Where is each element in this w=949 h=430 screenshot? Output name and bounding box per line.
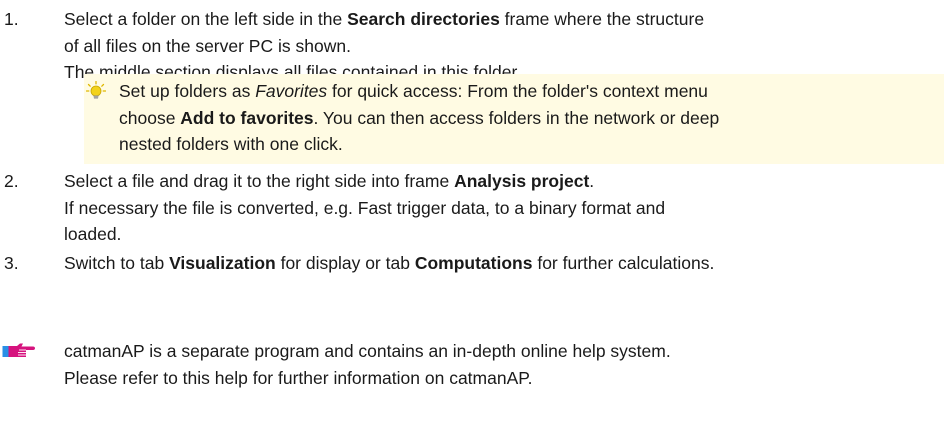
step-line: Switch to tab Visualization for display … bbox=[64, 250, 949, 277]
text: . You can then access folders in the net… bbox=[313, 107, 720, 128]
tip-line: Set up folders as Favorites for quick ac… bbox=[119, 78, 944, 105]
document-page: 1. Select a folder on the left side in t… bbox=[0, 0, 949, 430]
text: choose bbox=[119, 107, 181, 128]
note-line: Please refer to this help for further in… bbox=[64, 367, 533, 388]
text: loaded. bbox=[64, 224, 122, 244]
ui-term-add-to-favorites: Add to favorites bbox=[180, 107, 314, 128]
text: . bbox=[589, 171, 595, 191]
step-body: Switch to tab Visualization for display … bbox=[64, 250, 949, 277]
term-favorites: Favorites bbox=[255, 81, 328, 101]
text: Select a file and drag it to the right s… bbox=[64, 171, 455, 191]
step-body: Select a file and drag it to the right s… bbox=[64, 168, 949, 248]
text: of all files on the server PC is shown. bbox=[64, 35, 351, 56]
tip-line: choose Add to favorites. You can then ac… bbox=[119, 105, 944, 132]
step-line: Select a file and drag it to the right s… bbox=[64, 168, 949, 195]
text: for display or tab bbox=[275, 253, 415, 273]
step-number: 1. bbox=[4, 9, 19, 29]
ui-term-computations: Computations bbox=[414, 253, 533, 273]
lightbulb-icon bbox=[85, 80, 107, 105]
step-line: of all files on the server PC is shown. bbox=[64, 33, 949, 60]
ui-term-analysis-project: Analysis project bbox=[454, 171, 590, 191]
step-number: 2. bbox=[4, 171, 19, 191]
note-line: catmanAP is a separate program and conta… bbox=[64, 341, 671, 361]
step-line: loaded. bbox=[64, 221, 949, 248]
text: Select a folder on the left side in the bbox=[64, 9, 348, 29]
text: Switch to tab bbox=[64, 253, 170, 273]
note-text: catmanAP is a separate program and conta… bbox=[64, 338, 949, 391]
step-number: 3. bbox=[4, 253, 19, 273]
tip-text: Set up folders as Favorites for quick ac… bbox=[119, 78, 944, 158]
text: for further calculations. bbox=[532, 253, 715, 273]
text: Set up folders as bbox=[119, 81, 256, 101]
step-line: Select a folder on the left side in the … bbox=[64, 6, 949, 33]
ui-term-search-directories: Search directories bbox=[347, 9, 500, 29]
text: for quick access: From the folder's cont… bbox=[327, 81, 708, 101]
tip-line: nested folders with one click. bbox=[119, 134, 343, 154]
ui-term-visualization: Visualization bbox=[169, 253, 276, 273]
step-line: If necessary the file is converted, e.g.… bbox=[64, 195, 949, 222]
text: If necessary the file is converted, e.g.… bbox=[64, 197, 666, 218]
pointing-hand-icon bbox=[2, 341, 36, 361]
text: frame where the structure bbox=[499, 9, 705, 29]
